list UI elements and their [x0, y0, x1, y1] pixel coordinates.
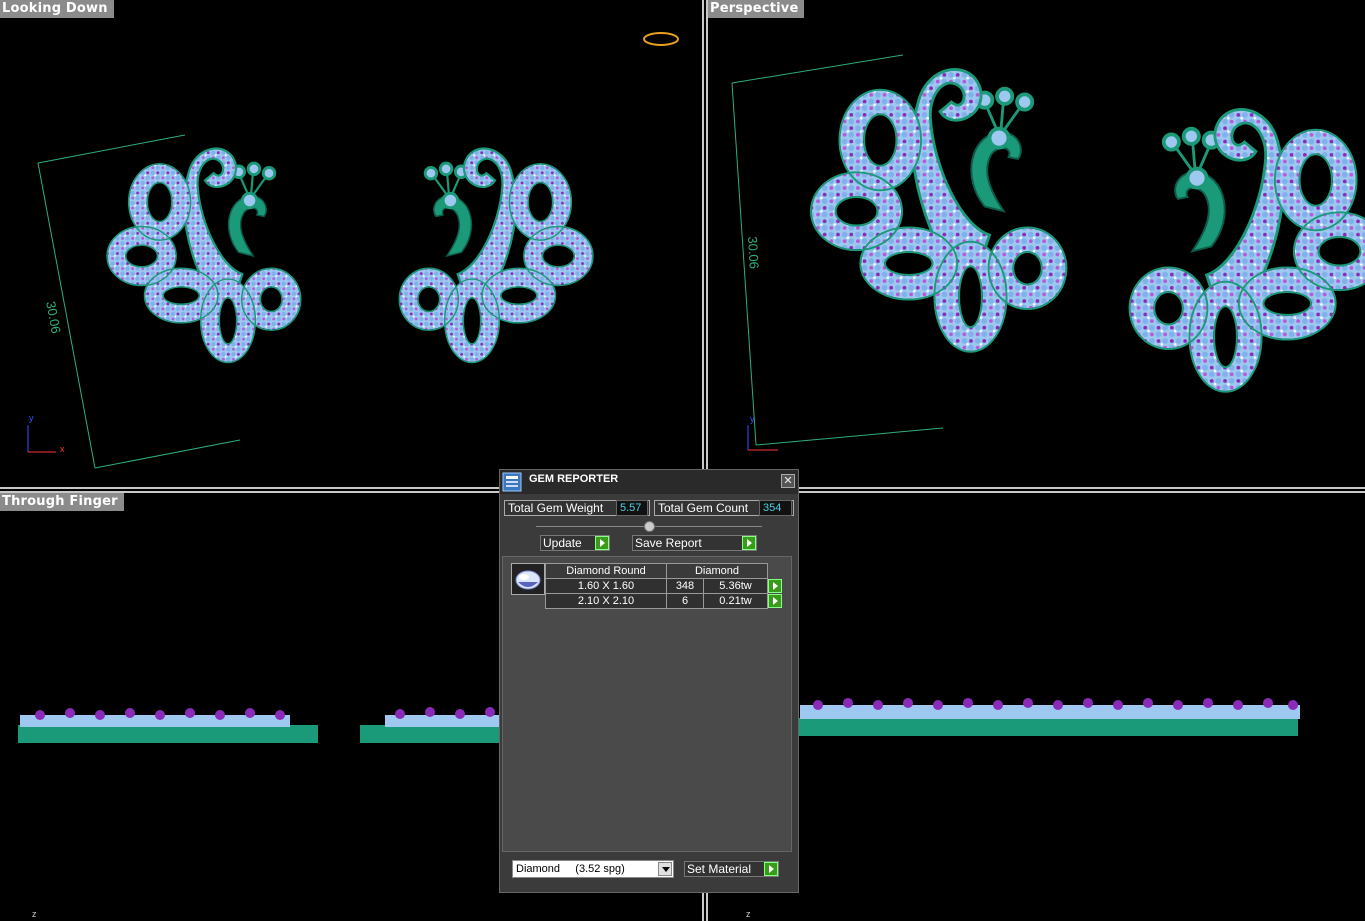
table-row[interactable]: 1.60 X 1.60 348 5.36tw: [545, 578, 783, 594]
material-header: Diamond: [666, 563, 768, 579]
play-arrow-icon: [764, 862, 778, 876]
set-material-label: Set Material: [687, 862, 752, 876]
gem-reporter-panel: GEM REPORTER ✕ Total Gem Weight 5.57 Tot…: [499, 469, 799, 893]
diamond-round-icon: [511, 563, 545, 595]
gem-size: 1.60 X 1.60: [545, 578, 667, 594]
viewport-looking-down[interactable]: Looking Down 30.06 y x: [0, 0, 702, 487]
play-arrow-icon: [595, 536, 609, 550]
gem-weight: 0.21tw: [703, 593, 768, 609]
set-material-button[interactable]: Set Material: [684, 861, 779, 877]
gem-weight: 5.36tw: [703, 578, 768, 594]
save-report-button[interactable]: Save Report: [632, 535, 757, 551]
close-button[interactable]: ✕: [781, 474, 795, 488]
gem-count: 6: [666, 593, 704, 609]
gem-size: 2.10 X 2.10: [545, 593, 667, 609]
update-button[interactable]: Update: [540, 535, 610, 551]
panel-title: GEM REPORTER: [529, 473, 619, 485]
viewport-bottom-right[interactable]: z: [708, 493, 1365, 921]
select-gems-button[interactable]: [768, 594, 782, 608]
table-header-row: Diamond Round Diamond: [545, 563, 783, 579]
perspective-scene: [731, 54, 1365, 451]
material-select[interactable]: Diamond (3.52 spg): [512, 860, 674, 878]
panel-title-bar[interactable]: GEM REPORTER ✕: [500, 470, 798, 494]
gem-reporter-icon: [502, 472, 522, 492]
axis-y-label: y: [750, 414, 755, 424]
total-gem-count-value: 354: [759, 500, 792, 516]
viewport-label: Through Finger: [0, 493, 124, 511]
gem-count: 348: [666, 578, 704, 594]
table-row[interactable]: 2.10 X 2.10 6 0.21tw: [545, 593, 783, 609]
save-report-label: Save Report: [635, 536, 702, 550]
slider-knob[interactable]: [644, 521, 655, 532]
play-arrow-icon: [742, 536, 756, 550]
axis-z-label: z: [32, 909, 37, 919]
bottom-right-scene: [798, 698, 1300, 736]
axis-y-label: y: [29, 413, 34, 423]
viewport-label: Looking Down: [0, 0, 114, 18]
material-select-value: Diamond (3.52 spg): [516, 863, 625, 875]
total-gem-weight-value: 5.57: [616, 500, 648, 516]
looking-down-scene: [27, 32, 679, 469]
viewport-perspective[interactable]: Perspective 30.06 y: [708, 0, 1365, 487]
gem-table: Diamond Round Diamond 1.60 X 1.60 348 5.…: [545, 563, 783, 609]
update-label: Update: [543, 536, 582, 550]
select-gems-button[interactable]: [768, 579, 782, 593]
shape-header: Diamond Round: [545, 563, 667, 579]
dimension-label: 30.06: [745, 236, 762, 270]
axis-x-label: x: [60, 444, 65, 454]
axis-z-label: z: [746, 909, 751, 919]
viewport-label: Perspective: [708, 0, 805, 18]
gem-list: Diamond Round Diamond 1.60 X 1.60 348 5.…: [502, 556, 792, 852]
chevron-down-icon[interactable]: [658, 862, 672, 876]
